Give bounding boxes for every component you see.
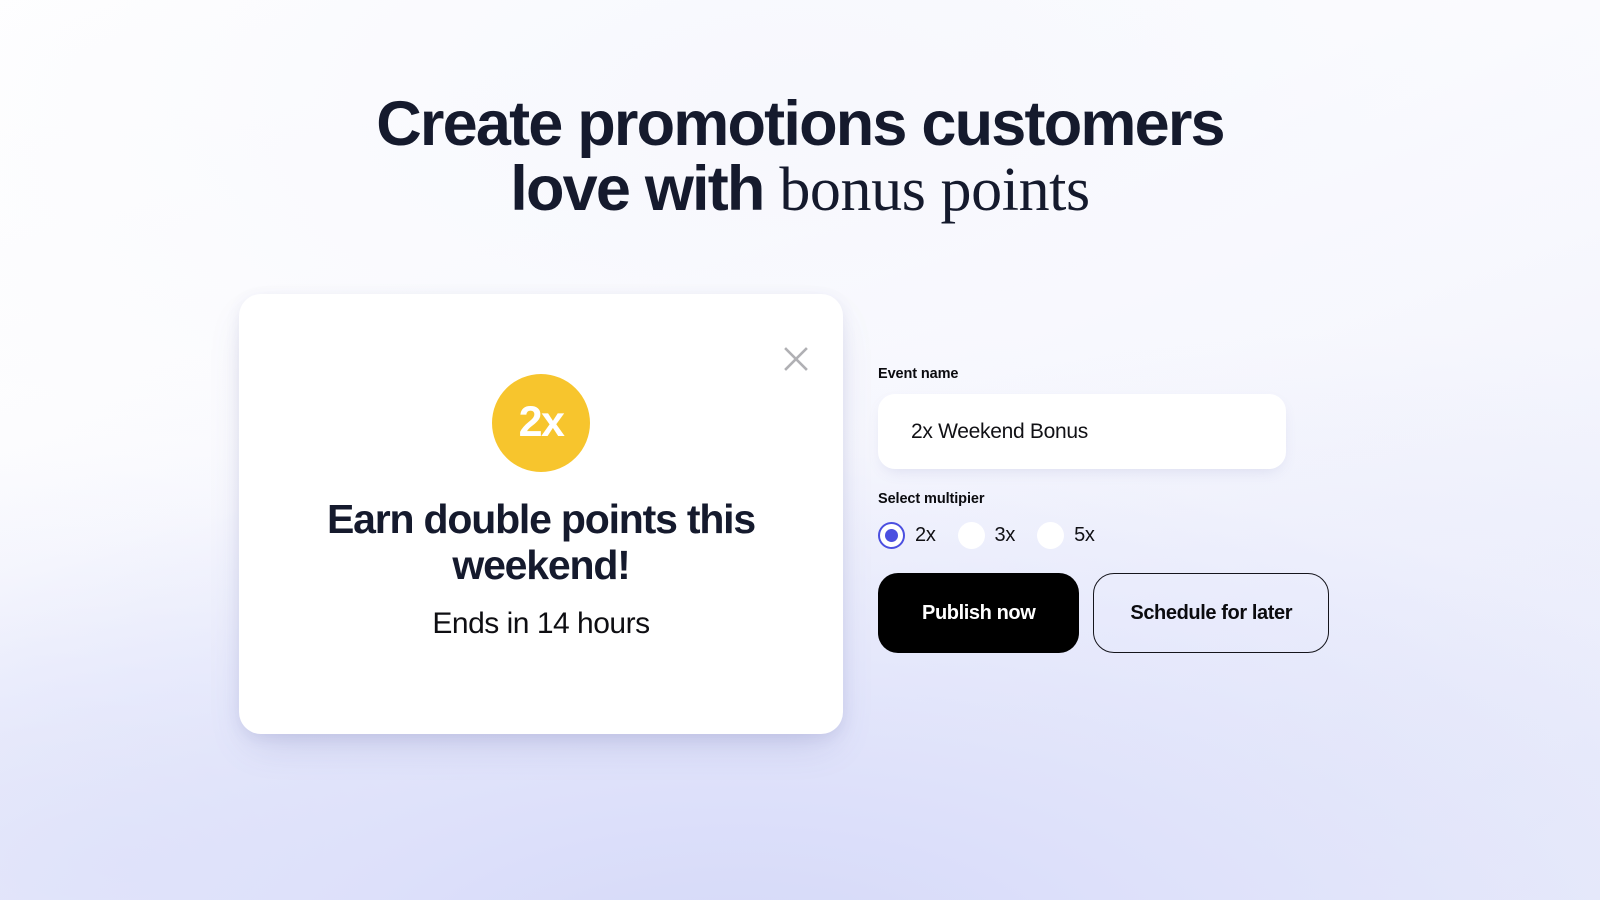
event-name-label: Event name — [878, 366, 959, 382]
radio-icon-5x[interactable] — [1037, 522, 1065, 549]
headline-line-2-serif: bonus points — [779, 155, 1090, 224]
form-actions: Publish now Schedule for later — [878, 573, 1338, 653]
multiplier-option-5x[interactable]: 5x — [1037, 522, 1095, 549]
promo-preview-card: 2x Earn double points this weekend! Ends… — [239, 294, 843, 734]
promo-builder-page: Create promotions customers love with bo… — [0, 0, 1600, 900]
multiplier-radio-group: 2x 3x 5x — [878, 522, 1338, 549]
multiplier-option-label-2x: 2x — [915, 524, 936, 546]
multiplier-badge: 2x — [492, 374, 590, 472]
multiplier-option-3x[interactable]: 3x — [957, 522, 1016, 549]
event-name-input[interactable] — [878, 394, 1286, 469]
multiplier-option-label-3x: 3x — [994, 524, 1016, 546]
page-title: Create promotions customers love with bo… — [0, 92, 1600, 223]
multiplier-option-label-5x: 5x — [1074, 524, 1095, 546]
publish-now-button[interactable]: Publish now — [878, 573, 1080, 653]
headline-line-2-bold: love with — [510, 153, 780, 224]
promo-form: Event name Select multipier 2x 3x 5x Pub… — [878, 366, 1338, 653]
radio-icon-3x[interactable] — [957, 522, 985, 549]
headline-line-2: love with bonus points — [0, 153, 1600, 224]
radio-icon-2x[interactable] — [878, 522, 905, 549]
preview-subtext: Ends in 14 hours — [432, 607, 650, 640]
headline-line-1: Create promotions customers — [376, 89, 1225, 159]
select-multiplier-label: Select multipier — [878, 491, 985, 507]
preview-title: Earn double points this weekend! — [327, 496, 756, 588]
multiplier-option-2x[interactable]: 2x — [878, 522, 936, 549]
schedule-for-later-button[interactable]: Schedule for later — [1093, 573, 1330, 653]
close-icon — [784, 347, 808, 371]
multiplier-badge-label: 2x — [518, 397, 565, 446]
close-button[interactable] — [779, 342, 813, 376]
